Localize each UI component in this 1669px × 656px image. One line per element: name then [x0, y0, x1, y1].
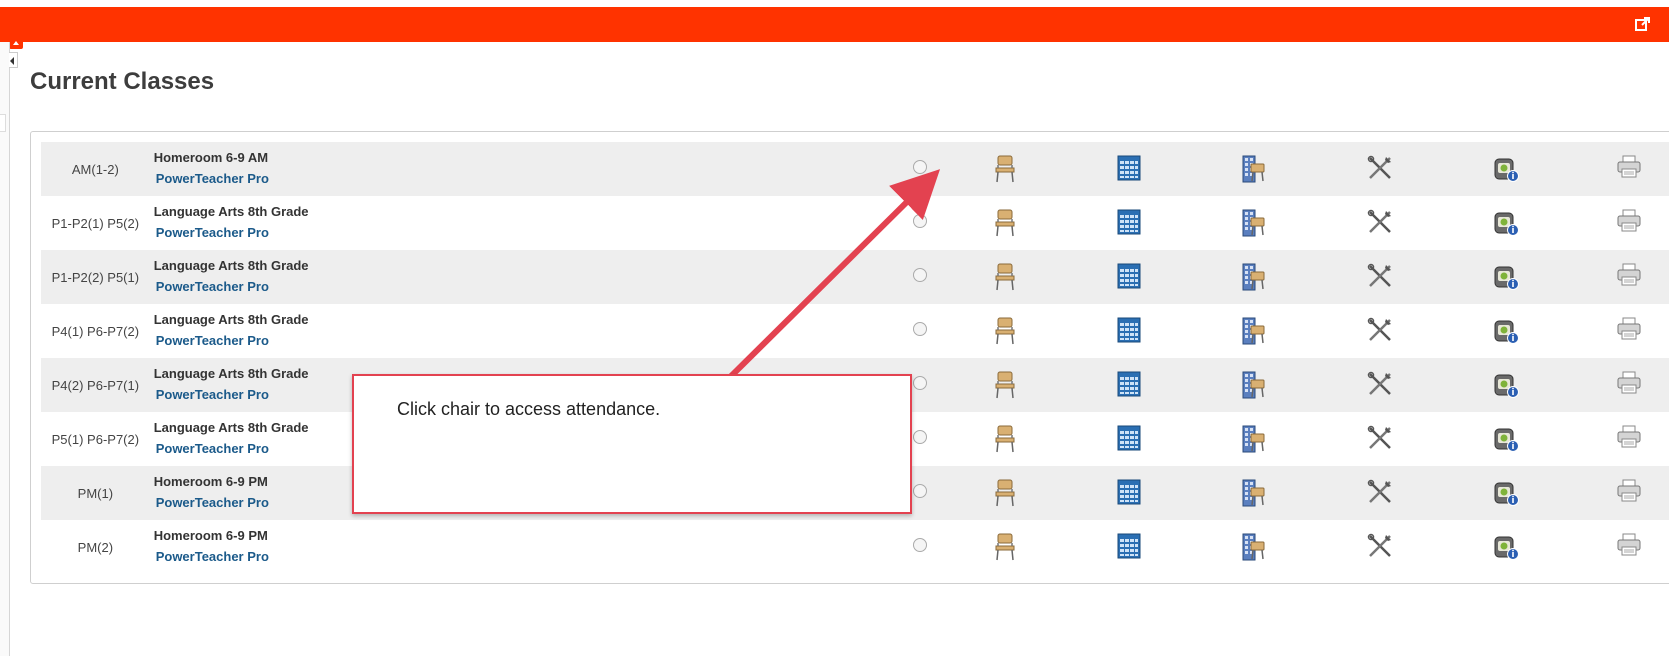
callout-arrow	[709, 169, 941, 398]
attendance-callout: Click chair to access attendance.	[352, 374, 912, 514]
callout-text: Click chair to access attendance.	[397, 399, 661, 419]
